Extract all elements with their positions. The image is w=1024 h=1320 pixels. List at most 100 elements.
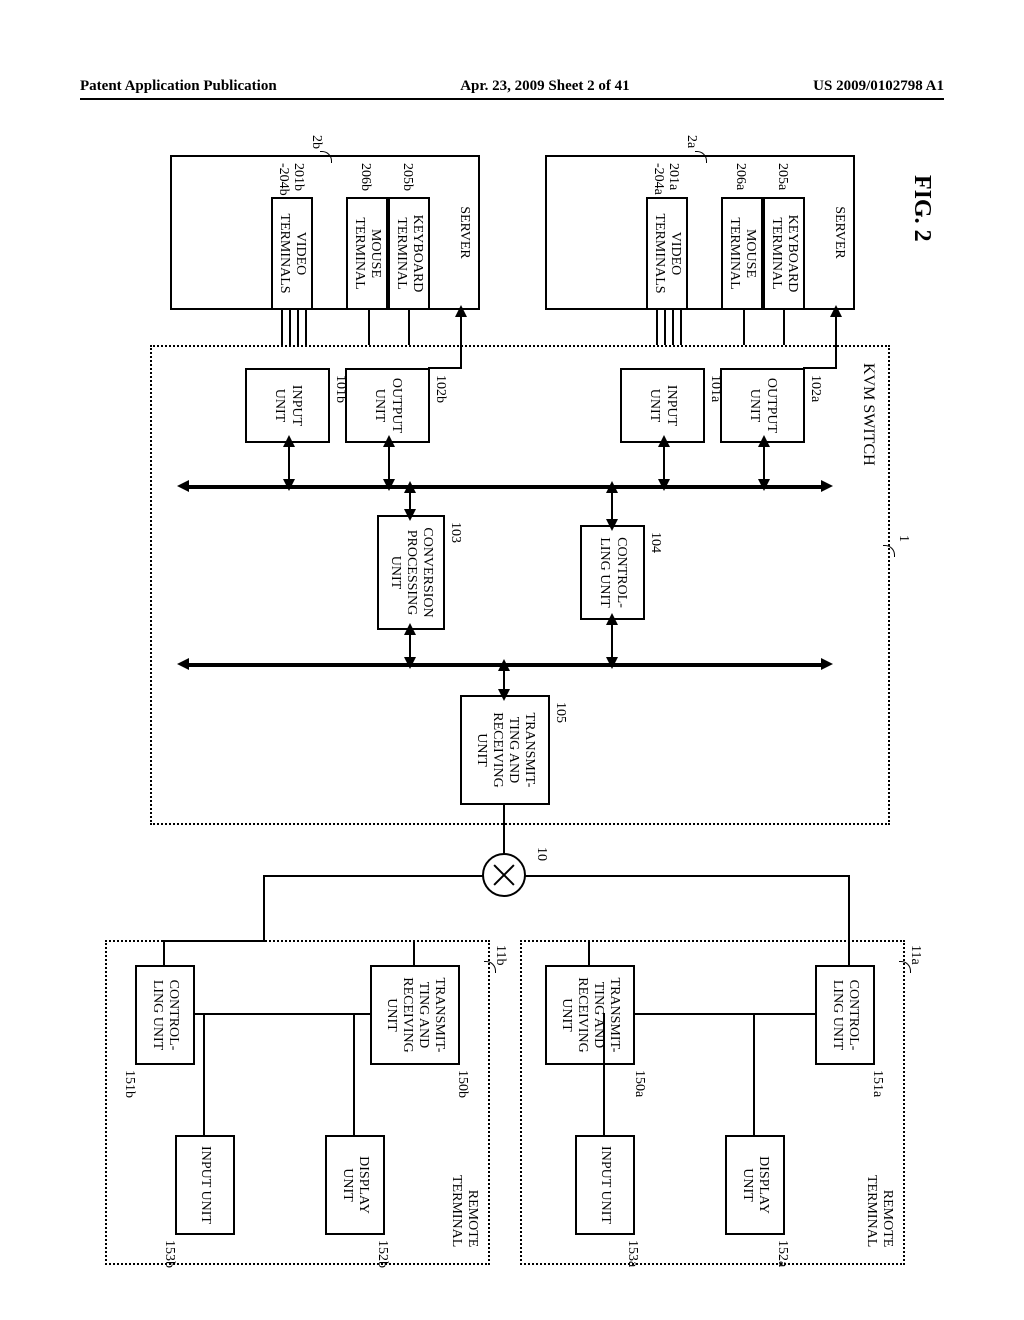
figure-number: FIG. 2 [908, 175, 935, 242]
arrow-outB-to-server [460, 313, 462, 368]
header-rule [80, 98, 944, 100]
figure-stage: FIG. 2 SERVER 2a KEYBOARD TERMINAL 205a … [80, 135, 950, 1275]
page-header: Patent Application Publication Apr. 23, … [0, 78, 1024, 95]
stub-inB [288, 443, 290, 483]
kvm-conversion-label: CONVERSION PROCESSING UNIT [387, 519, 435, 626]
kvm-output-a-ref: 102a [807, 375, 823, 402]
server-a-mouse-terminal: MOUSE TERMINAL [721, 197, 763, 310]
wire-termA-input [603, 1013, 605, 1135]
stub-outB [388, 443, 390, 483]
terminal-a-input-ref: 153a [624, 1240, 640, 1267]
wire-termB-ctrl-tx [195, 1013, 370, 1015]
terminal-a-transmit: TRANSMIT- TING AND RECEIVING UNIT [545, 965, 635, 1065]
server-b-keyboard-terminal: KEYBOARD TERMINAL [388, 197, 430, 310]
server-b-mouse-terminal: MOUSE TERMINAL [346, 197, 388, 310]
server-a-video-label: VIDEO TERMINALS [651, 201, 683, 306]
kvm-input-b-ref: 101b [332, 375, 348, 403]
terminal-b-input: INPUT UNIT [175, 1135, 235, 1235]
kvm-title: KVM SWITCH [859, 363, 877, 466]
header-right: US 2009/0102798 A1 [813, 78, 944, 95]
server-b-video-ref: 201b -204b [275, 163, 306, 196]
terminal-b-input-ref: 153b [161, 1240, 177, 1268]
network-ref: 10 [533, 847, 549, 861]
kvm-control-label: CONTROL- LING UNIT [596, 529, 628, 616]
wire-kvm-to-net [503, 805, 505, 855]
wire-termB-display [353, 1013, 355, 1135]
terminal-a-display-label: DISPLAY UNIT [739, 1139, 771, 1231]
kvm-output-a: OUTPUT UNIT [720, 368, 805, 443]
terminal-b-display: DISPLAY UNIT [325, 1135, 385, 1235]
kvm-output-b-label: OUTPUT UNIT [371, 372, 403, 439]
kvm-transmit-ref: 105 [552, 702, 568, 723]
header-left: Patent Application Publication [80, 78, 277, 95]
kvm-output-a-label: OUTPUT UNIT [746, 372, 778, 439]
stub-ctrl-right [611, 621, 613, 661]
terminal-a-input: INPUT UNIT [575, 1135, 635, 1235]
terminal-a-transmit-ref: 150a [631, 1070, 647, 1097]
server-a-keyboard-label: KEYBOARD TERMINAL [768, 201, 800, 306]
server-a-keyboard-terminal: KEYBOARD TERMINAL [763, 197, 805, 310]
kvm-input-a-ref: 101a [707, 375, 723, 402]
wire-termB-input [203, 1013, 205, 1135]
wire-net-up [525, 875, 850, 877]
server-a-ref: 2a [683, 135, 699, 148]
wire-termB-tx-in [413, 940, 415, 965]
terminal-a-control: CONTROL- LING UNIT [815, 965, 875, 1065]
terminal-b-display-ref: 152b [374, 1240, 390, 1268]
terminal-b-display-label: DISPLAY UNIT [339, 1139, 371, 1231]
stub-conv-right [409, 631, 411, 661]
terminal-a-control-label: CONTROL- LING UNIT [829, 969, 861, 1061]
arrow-outA-to-server [835, 313, 837, 368]
server-a-video-terminals: VIDEO TERMINALS [646, 197, 688, 310]
kvm-transmit-label: TRANSMIT- TING AND RECEIVING UNIT [473, 699, 537, 801]
kvm-input-b-label: INPUT UNIT [271, 372, 303, 439]
wire-termA-tx-in [588, 940, 590, 965]
terminal-b-control-ref: 151b [121, 1070, 137, 1098]
stub-inA [663, 443, 665, 483]
wire-termB-ctrl-in [163, 940, 165, 965]
wire-net-to-termB [263, 875, 265, 940]
server-b-keyboard-label: KEYBOARD TERMINAL [393, 201, 425, 306]
kvm-lead [883, 545, 895, 557]
server-b-title: SERVER [456, 206, 472, 259]
kvm-input-b: INPUT UNIT [245, 368, 330, 443]
terminal-a-transmit-label: TRANSMIT- TING AND RECEIVING UNIT [558, 969, 622, 1061]
wire-termA-display [753, 1013, 755, 1135]
wire-net-down [265, 875, 483, 877]
stub-conv-left [409, 489, 411, 513]
network-node-icon [482, 853, 526, 897]
server-a-video-ref: 201a -204a [650, 163, 681, 195]
terminal-a-display: DISPLAY UNIT [725, 1135, 785, 1235]
server-a-lead [695, 151, 707, 163]
terminal-b-control: CONTROL- LING UNIT [135, 965, 195, 1065]
kvm-control-ref: 104 [647, 532, 663, 553]
kvm-output-b: OUTPUT UNIT [345, 368, 430, 443]
server-a-box: SERVER [545, 155, 855, 310]
kvm-transmit-unit: TRANSMIT- TING AND RECEIVING UNIT [460, 695, 550, 805]
server-a-keyboard-ref: 205a [774, 163, 790, 190]
terminal-b-transmit-ref: 150b [454, 1070, 470, 1098]
terminal-a-display-ref: 152a [774, 1240, 790, 1267]
server-b-video-terminals: VIDEO TERMINALS [271, 197, 313, 310]
kvm-controlling-unit: CONTROL- LING UNIT [580, 525, 645, 620]
server-b-box: SERVER [170, 155, 480, 310]
wire-termA-ctrl-tx [635, 1013, 815, 1015]
server-a-title: SERVER [831, 206, 847, 259]
wire-termB-ctrl-v [165, 940, 265, 942]
server-b-mouse-ref: 206b [357, 163, 373, 191]
server-a-mouse-label: MOUSE TERMINAL [726, 201, 758, 306]
arrow-outB-drop [428, 367, 462, 369]
server-b-lead [320, 151, 332, 163]
server-b-keyboard-ref: 205b [399, 163, 415, 191]
kvm-bus-left [185, 485, 825, 489]
kvm-input-a: INPUT UNIT [620, 368, 705, 443]
terminal-b-transmit: TRANSMIT- TING AND RECEIVING UNIT [370, 965, 460, 1065]
wire-termA-ctrl-in [848, 940, 850, 965]
terminal-b-control-label: CONTROL- LING UNIT [149, 969, 181, 1061]
wire-net-to-termA [848, 875, 850, 940]
terminal-b-input-label: INPUT UNIT [197, 1146, 213, 1224]
server-b-ref: 2b [308, 135, 324, 149]
terminal-a-input-label: INPUT UNIT [597, 1146, 613, 1224]
terminal-b-title: REMOTE TERMINAL [448, 1175, 480, 1247]
terminal-a-ref: 11a [907, 945, 923, 965]
